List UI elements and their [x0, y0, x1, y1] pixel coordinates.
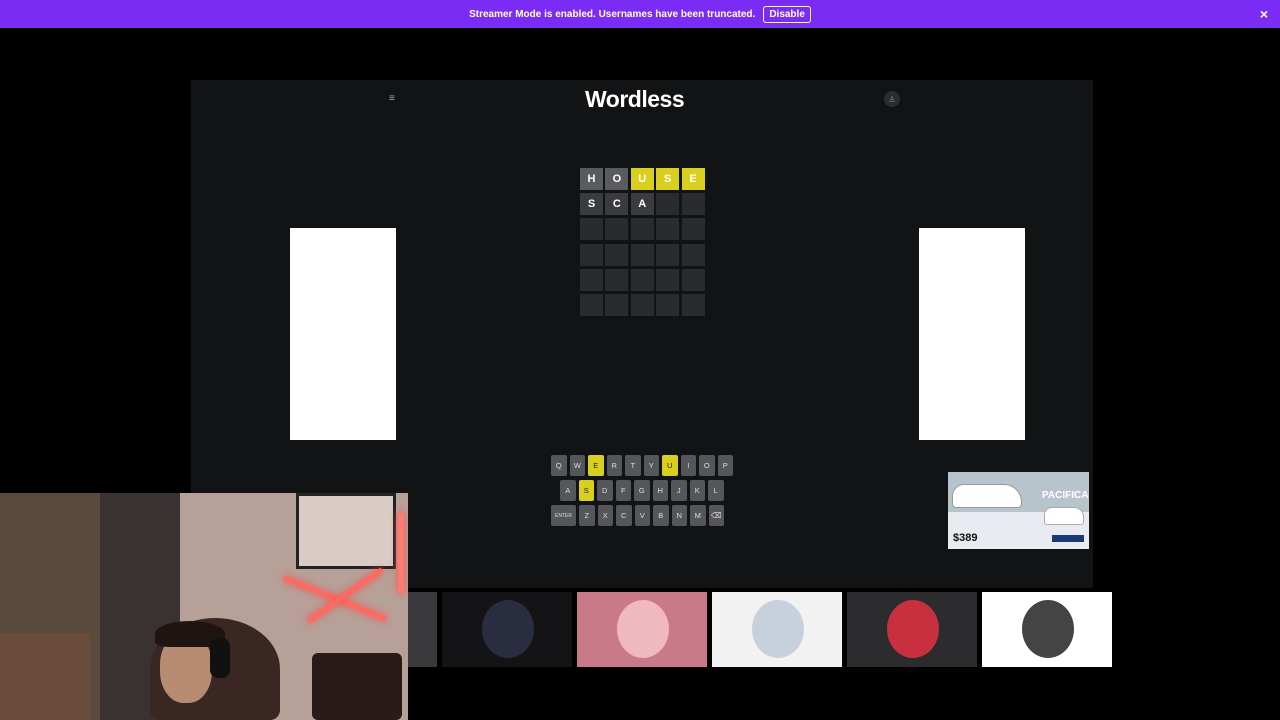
- key-b[interactable]: B: [653, 505, 669, 526]
- banner-message: Streamer Mode is enabled. Usernames have…: [469, 8, 756, 20]
- gaming-chair: [312, 653, 402, 720]
- board-tile: [656, 293, 680, 316]
- key-l[interactable]: L: [708, 480, 724, 501]
- thumb-partial[interactable]: [407, 592, 437, 667]
- car-ad[interactable]: PACIFICA $389: [948, 472, 1089, 549]
- board-tile: [656, 218, 680, 241]
- key-j[interactable]: J: [671, 480, 687, 501]
- user-icon[interactable]: ♙: [884, 91, 900, 107]
- menu-icon[interactable]: ≡: [389, 93, 395, 104]
- board-tile: [681, 268, 705, 291]
- board-tile: E: [681, 168, 705, 190]
- keyboard-row: ASDFGHJKL: [551, 480, 733, 501]
- webcam-poster-frame: [296, 493, 396, 569]
- minivan-small-image: [1044, 507, 1084, 525]
- guess-grid: HOUSESCA: [580, 168, 705, 316]
- board-tile: O: [605, 168, 629, 190]
- board-tile: [580, 268, 603, 291]
- page-title: Wordless: [585, 86, 685, 112]
- board-tile: S: [580, 193, 603, 216]
- left-ad-slot: [290, 228, 396, 440]
- ad-brand: PACIFICA: [1042, 490, 1089, 501]
- key-m[interactable]: M: [690, 505, 706, 526]
- key-s[interactable]: S: [578, 480, 594, 501]
- disable-button[interactable]: Disable: [763, 5, 811, 23]
- board-tile: C: [605, 193, 629, 216]
- close-icon[interactable]: ×: [1260, 6, 1268, 22]
- board-tile: U: [630, 168, 654, 190]
- board-tile: A: [630, 193, 654, 216]
- board-tile: [580, 243, 603, 266]
- thumb-dark-orb[interactable]: [442, 592, 572, 667]
- minivan-image: [952, 484, 1022, 508]
- keyboard-row: ENTER Z X C V B N M ⌫: [551, 505, 733, 526]
- thumb-image: [887, 600, 939, 658]
- key-x[interactable]: X: [597, 505, 613, 526]
- key-d[interactable]: D: [597, 480, 613, 501]
- key-p[interactable]: P: [717, 455, 733, 476]
- key-h[interactable]: H: [652, 480, 668, 501]
- board-tile: H: [580, 168, 603, 190]
- board-tile: [656, 243, 680, 266]
- thumb-image: [482, 600, 534, 658]
- backspace-key[interactable]: ⌫: [708, 505, 724, 526]
- board-tile: [630, 243, 654, 266]
- board-tile: [681, 243, 705, 266]
- keyboard-row: QWERTYUIOP: [551, 455, 733, 476]
- board-tile: [681, 193, 705, 216]
- thumb-image: [617, 600, 669, 658]
- board-tile: [580, 218, 603, 241]
- thumb-image: [752, 600, 804, 658]
- key-w[interactable]: W: [569, 455, 585, 476]
- thumb-pink-avatar[interactable]: [577, 592, 707, 667]
- key-n[interactable]: N: [671, 505, 687, 526]
- right-ad-slot: [919, 228, 1025, 440]
- key-f[interactable]: F: [615, 480, 631, 501]
- webcam-shelf: [0, 633, 90, 720]
- key-z[interactable]: Z: [579, 505, 595, 526]
- streamer-mode-banner: Streamer Mode is enabled. Usernames have…: [0, 0, 1280, 28]
- key-i[interactable]: I: [680, 455, 696, 476]
- key-r[interactable]: R: [606, 455, 622, 476]
- board-tile: [681, 218, 705, 241]
- key-u[interactable]: U: [662, 455, 678, 476]
- ad-cta-button[interactable]: [1052, 535, 1084, 542]
- enter-key[interactable]: ENTER: [551, 505, 576, 526]
- thumb-red-figure[interactable]: [847, 592, 977, 667]
- board-tile: [580, 293, 603, 316]
- webcam-overlay: [0, 493, 408, 720]
- emote-strip: [407, 592, 1112, 667]
- key-k[interactable]: K: [689, 480, 705, 501]
- thumb-yankees-logo[interactable]: [712, 592, 842, 667]
- board-tile: [605, 243, 629, 266]
- board-tile: [630, 268, 654, 291]
- key-t[interactable]: T: [625, 455, 641, 476]
- board-tile: [630, 293, 654, 316]
- key-e[interactable]: E: [588, 455, 604, 476]
- key-v[interactable]: V: [634, 505, 650, 526]
- board-tile: [681, 293, 705, 316]
- key-y[interactable]: Y: [643, 455, 659, 476]
- ad-price: $389: [953, 532, 978, 544]
- board-tile: [656, 193, 680, 216]
- neon-light: [398, 513, 404, 593]
- key-a[interactable]: A: [560, 480, 576, 501]
- board-tile: [630, 218, 654, 241]
- headset-icon: [210, 638, 230, 678]
- board-tile: [656, 268, 680, 291]
- on-screen-keyboard: Q W E R T Y U I O P A S D F G H J K L ENTER Z X C V B N M ⌫: [551, 455, 733, 530]
- key-g[interactable]: G: [634, 480, 650, 501]
- board-tile: [605, 218, 629, 241]
- key-q[interactable]: Q: [551, 455, 567, 476]
- thumb-image: [1022, 600, 1074, 658]
- key-o[interactable]: O: [699, 455, 715, 476]
- board-tile: [605, 293, 629, 316]
- key-c[interactable]: C: [616, 505, 632, 526]
- board-tile: [605, 268, 629, 291]
- board-tile: S: [656, 168, 680, 190]
- thumb-bw-figure[interactable]: [982, 592, 1112, 667]
